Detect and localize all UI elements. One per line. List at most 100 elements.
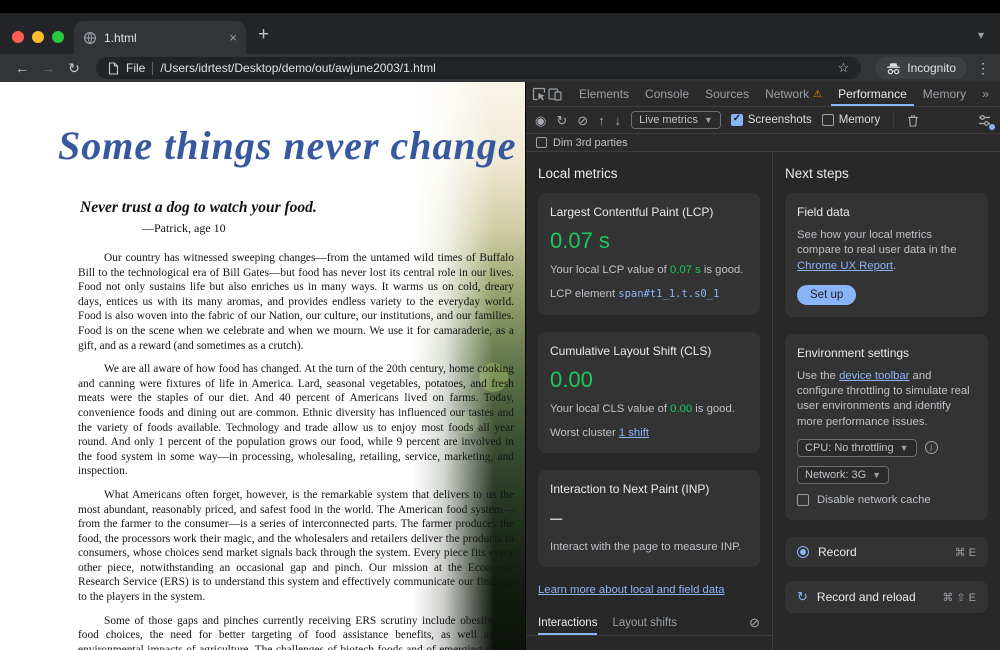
cpu-throttling-select[interactable]: CPU: No throttling▼	[797, 439, 917, 457]
address-bar: ← → ↻ File /Users/idrtest/Desktop/demo/o…	[0, 54, 1000, 82]
tab-performance[interactable]: Performance	[831, 82, 914, 106]
close-window-button[interactable]	[12, 31, 24, 43]
browser-window: 1.html × + ▾ ← → ↻ File /Users/idrtest/D…	[0, 0, 1000, 650]
lcp-card: Largest Contentful Paint (LCP) 0.07 s Yo…	[538, 193, 760, 315]
capture-settings-wrap[interactable]	[978, 114, 991, 127]
screenshots-checkbox-row[interactable]: Screenshots	[731, 114, 812, 126]
inp-title: Interaction to Next Paint (INP)	[550, 482, 748, 496]
learn-more-link[interactable]: Learn more about local and field data	[538, 584, 725, 596]
lcp-element-link[interactable]: span#t1_1.t.s0_1	[618, 288, 719, 300]
disable-cache-checkbox[interactable]	[797, 494, 809, 506]
record-and-reload-label: Record and reload	[817, 590, 933, 604]
field-data-description: See how your local metrics compare to re…	[797, 228, 976, 274]
tab-strip: 1.html × + ▾	[0, 13, 1000, 54]
lcp-title: Largest Contentful Paint (LCP)	[550, 205, 748, 219]
tab-network[interactable]: Network⚠	[758, 82, 829, 106]
set-up-button[interactable]: Set up	[797, 285, 856, 305]
dim-3rd-parties-checkbox[interactable]	[536, 137, 547, 148]
inspect-element-icon[interactable]	[532, 87, 546, 101]
tab-search-chevron-icon[interactable]: ▾	[978, 28, 984, 42]
forward-button[interactable]: →	[36, 60, 60, 76]
omnibox[interactable]: File /Users/idrtest/Desktop/demo/out/awj…	[96, 57, 861, 79]
lcp-description: Your local LCP value of 0.07 s is good.	[550, 263, 748, 278]
page-title: Some things never change	[58, 122, 513, 169]
browser-menu-icon[interactable]: ⋮	[976, 60, 990, 77]
performance-toolbar: ◉ ↻ ⊘ ↑ ↓ Live metrics▼ Screenshots Memo…	[526, 107, 1000, 134]
screenshots-checkbox[interactable]	[731, 114, 743, 126]
memory-checkbox-row[interactable]: Memory	[822, 114, 881, 126]
paragraph: Some of those gaps and pinches currently…	[78, 614, 514, 650]
body-text: Our country has witnessed sweeping chang…	[78, 251, 514, 650]
tab-console[interactable]: Console	[638, 82, 696, 106]
paragraph: Our country has witnessed sweeping chang…	[78, 251, 514, 353]
tab-close-icon[interactable]: ×	[229, 30, 237, 45]
learn-more-row: Learn more about local and field data	[538, 584, 760, 596]
paragraph: We are all aware of how food has changed…	[78, 362, 514, 479]
environment-settings-title: Environment settings	[797, 346, 976, 360]
file-icon	[108, 62, 119, 75]
view-select[interactable]: Live metrics▼	[631, 111, 721, 129]
paragraph: What Americans often forget, however, is…	[78, 488, 514, 605]
clear-icon[interactable]: ⊘	[577, 114, 588, 127]
save-profile-icon[interactable]: ↓	[615, 114, 622, 127]
url-text[interactable]: /Users/idrtest/Desktop/demo/out/awjune20…	[160, 61, 830, 75]
quote-text: Never trust a dog to watch your food.	[80, 199, 513, 217]
back-button[interactable]: ←	[10, 60, 34, 76]
macos-top-bar	[0, 0, 1000, 13]
record-icon[interactable]: ◉	[535, 114, 546, 127]
tab-elements[interactable]: Elements	[572, 82, 636, 106]
zoom-window-button[interactable]	[52, 31, 64, 43]
cls-cluster-row: Worst cluster 1 shift	[550, 426, 748, 441]
record-shortcut: ⌘ E	[955, 546, 976, 559]
next-steps-panel: Next steps Field data See how your local…	[773, 152, 1000, 650]
record-and-reload-icon[interactable]: ↻	[556, 114, 567, 127]
record-and-reload-shortcut: ⌘ ⇧ E	[942, 591, 976, 604]
webpage-viewport: Some things never change Never trust a d…	[0, 82, 525, 650]
record-card[interactable]: Record ⌘ E	[785, 537, 988, 567]
more-tabs-button[interactable]: »	[975, 82, 996, 106]
disable-cache-row[interactable]: Disable network cache	[797, 493, 976, 508]
file-chip-label: File	[126, 61, 145, 75]
device-toolbar-link[interactable]: device toolbar	[839, 370, 909, 382]
tab-sources[interactable]: Sources	[698, 82, 756, 106]
devtools-panel: Elements Console Sources Network⚠ Perfor…	[525, 82, 1000, 650]
quote-attribution: —Patrick, age 10	[142, 221, 513, 236]
record-radio-icon	[797, 546, 809, 558]
memory-checkbox[interactable]	[822, 114, 834, 126]
bookmark-star-icon[interactable]: ☆	[838, 60, 850, 76]
incognito-badge: Incognito	[875, 57, 967, 79]
network-throttling-select[interactable]: Network: 3G▼	[797, 466, 889, 484]
cpu-info-icon[interactable]: i	[925, 441, 938, 454]
window-controls	[12, 31, 64, 43]
tab-memory[interactable]: Memory	[916, 82, 973, 106]
environment-settings-card: Environment settings Use the device tool…	[785, 334, 988, 520]
tab-interactions[interactable]: Interactions	[538, 610, 597, 635]
field-data-title: Field data	[797, 205, 976, 219]
toolbar-divider	[893, 113, 894, 127]
performance-panels: Local metrics Largest Contentful Paint (…	[526, 152, 1000, 650]
chevron-down-icon: ▼	[900, 443, 909, 453]
omnibox-divider	[152, 62, 153, 75]
garbage-collect-icon[interactable]	[907, 114, 919, 127]
cpu-throttling-row: CPU: No throttling▼ i	[797, 439, 976, 457]
minimize-window-button[interactable]	[32, 31, 44, 43]
new-tab-button[interactable]: +	[258, 24, 269, 46]
log-tabs: Interactions Layout shifts ⊘	[526, 610, 772, 636]
dim-3rd-parties-row[interactable]: Dim 3rd parties	[526, 134, 1000, 152]
next-steps-heading: Next steps	[785, 166, 988, 181]
device-toolbar-icon[interactable]	[548, 87, 562, 101]
worst-cluster-link[interactable]: 1 shift	[619, 427, 649, 439]
reload-button[interactable]: ↻	[62, 60, 86, 77]
clear-log-icon[interactable]: ⊘	[749, 616, 760, 629]
lcp-value: 0.07 s	[550, 228, 748, 254]
disable-cache-label: Disable network cache	[817, 493, 931, 508]
load-profile-icon[interactable]: ↑	[598, 114, 605, 127]
tab-title: 1.html	[104, 31, 222, 45]
chrome-ux-report-link[interactable]: Chrome UX Report	[797, 260, 893, 272]
local-metrics-panel: Local metrics Largest Contentful Paint (…	[526, 152, 773, 650]
tab-layout-shifts[interactable]: Layout shifts	[612, 610, 677, 635]
cls-value: 0.00	[550, 367, 748, 393]
cls-card: Cumulative Layout Shift (CLS) 0.00 Your …	[538, 332, 760, 454]
browser-tab[interactable]: 1.html ×	[74, 21, 246, 54]
record-and-reload-card[interactable]: ↻ Record and reload ⌘ ⇧ E	[785, 581, 988, 613]
